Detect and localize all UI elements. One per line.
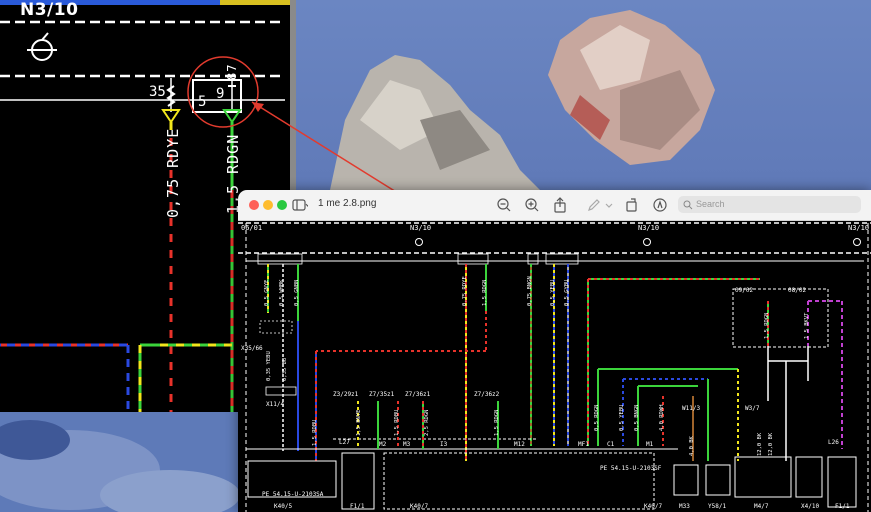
pin-5-label: 5 [198, 94, 207, 110]
connector-label: Z7/36z1 [405, 391, 431, 398]
markup-toolbar-icon[interactable] [652, 197, 668, 213]
file-name: 1 me 2.8.png [318, 198, 377, 209]
window-toolbar: 1 me 2.8.png Search [238, 190, 871, 221]
wire-label: 0,5 GYBU [564, 279, 570, 307]
wire-label: 12,0 BK [757, 432, 763, 456]
connector-label: L26 [828, 439, 839, 446]
preview-window[interactable]: 1 me 2.8.png Search 06/01 N3/10 N3/10 N3… [238, 190, 871, 512]
wire-label: 0,75 BNGN [527, 276, 533, 306]
minimize-button[interactable] [263, 200, 273, 210]
connector-label: Z7/35z1 [369, 391, 395, 398]
wire-label: 0,5 YEBU [550, 279, 556, 307]
module-label-2: N3/10 [638, 224, 660, 232]
connector-label: W3/7 [745, 405, 760, 412]
relay-label: M3 [403, 441, 411, 448]
relay-label: MF1 [578, 441, 589, 448]
wire-label: 0,5 RDGN [594, 404, 600, 432]
schematic-top-ref: 06/01 [241, 224, 263, 232]
wire-label: 0,5 GNBN [294, 279, 300, 307]
pin-35-label: 35 [149, 84, 166, 100]
rotate-icon[interactable] [624, 197, 640, 213]
module-label-3: N3/10 [848, 224, 870, 232]
connector-label: Z3/29z1 [333, 391, 359, 398]
bottom-ref: X4/10 [801, 503, 820, 510]
search-field[interactable]: Search [678, 196, 861, 213]
wire-label-rdye: 0,75 RDYE [164, 127, 182, 218]
wire-label: 0,75 RDYE [462, 276, 468, 306]
pe-reference-left: PE 54.15-U-2103SA [262, 491, 324, 498]
pin-9-label: 9 [216, 86, 225, 102]
zoom-button[interactable] [277, 200, 287, 210]
wire-label: 0,5 WHBK [279, 279, 285, 307]
sidebar-icon[interactable] [292, 197, 308, 213]
relay-label: C1 [607, 441, 615, 448]
wire-label: 0,35 BU [282, 357, 288, 381]
bottom-ref: F1/1 [350, 503, 365, 510]
connector-label: L27 [339, 439, 350, 446]
connector-label: X11/4 [266, 401, 285, 408]
connector-label: Z7/36z2 [474, 391, 500, 398]
wire-label: 1 5 BKVT [804, 312, 810, 340]
relay-label: M2 [379, 441, 387, 448]
wire-label: 1,5 RDBU [394, 409, 400, 437]
wire-label: 0,5 YEBU [619, 404, 625, 432]
wire-label: 1,5 RDGN [494, 409, 500, 437]
bottom-ref: K40/7 [644, 503, 663, 510]
share-icon[interactable] [552, 197, 568, 213]
wire-label: 1,5 BNYE [356, 409, 362, 437]
wire-label: 1,5 RDBU [312, 419, 318, 447]
wire-label: 1,5 RDGN [764, 312, 770, 340]
bottom-ref: F1/1 [835, 503, 850, 510]
search-placeholder: Search [696, 199, 725, 209]
markup-pen-icon[interactable] [586, 197, 602, 213]
bottom-ref: K40/5 [274, 503, 293, 510]
wire-label: 12,0 BK [768, 432, 774, 456]
pin-87-label: 87 [225, 63, 239, 80]
pe-reference-right: PE 54.15-U-2103SF [600, 465, 662, 472]
bottom-ref: K40/7 [410, 503, 429, 510]
module-label-1: N3/10 [410, 224, 432, 232]
wire-label: 1,5 RDGN [482, 279, 488, 307]
connector-label: W11/3 [682, 405, 701, 412]
close-button[interactable] [249, 200, 259, 210]
search-icon [683, 200, 693, 210]
zoom-title: N3/10 [20, 0, 79, 20]
relay-label: M12 [514, 441, 525, 448]
bottom-ref: M33 [679, 503, 690, 510]
zoom-out-icon[interactable] [496, 197, 512, 213]
schematic-image: 06/01 N3/10 N3/10 N3/10 0,5 GNYE 0,5 WHB… [238, 221, 871, 512]
wire-label: 0,5 GNYE [264, 279, 270, 307]
connector-label: 08/02 [788, 287, 807, 294]
wire-label: 4,0 BK [689, 436, 695, 456]
bottom-ref: M4/7 [754, 503, 769, 510]
wire-label: 0,5 BNGN [634, 404, 640, 432]
wire-label: 4,0 RDWH [659, 404, 665, 432]
connector-label: 09/02 [735, 287, 754, 294]
relay-label: M1 [646, 441, 654, 448]
wire-label: 2,5 RDGN [424, 409, 430, 437]
connector-label: X35/66 [241, 345, 263, 352]
relay-label: I3 [440, 441, 448, 448]
chevron-down-icon[interactable] [604, 197, 614, 213]
schematic-drawing [238, 222, 871, 512]
bottom-ref: Y58/1 [708, 503, 727, 510]
wire-label: 0,35 YEBU [266, 351, 272, 381]
zoom-in-icon[interactable] [524, 197, 540, 213]
